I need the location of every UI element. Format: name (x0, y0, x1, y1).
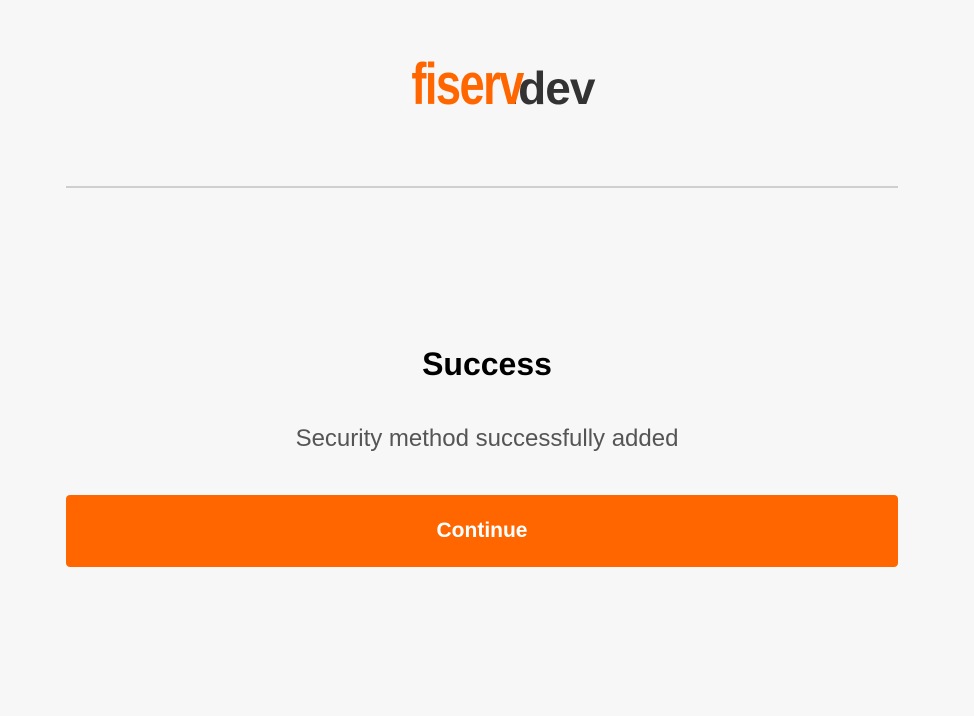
success-title: Success (422, 346, 552, 382)
header-divider (66, 186, 898, 188)
fiserv-dev-logo: fiserv.dev (0, 56, 974, 114)
success-message: Security method successfully added (295, 425, 679, 452)
success-page: fiserv.dev Success Security method succe… (0, 0, 974, 716)
logo-brand-text: fiserv (410, 52, 524, 117)
continue-button[interactable]: Continue (66, 495, 898, 567)
